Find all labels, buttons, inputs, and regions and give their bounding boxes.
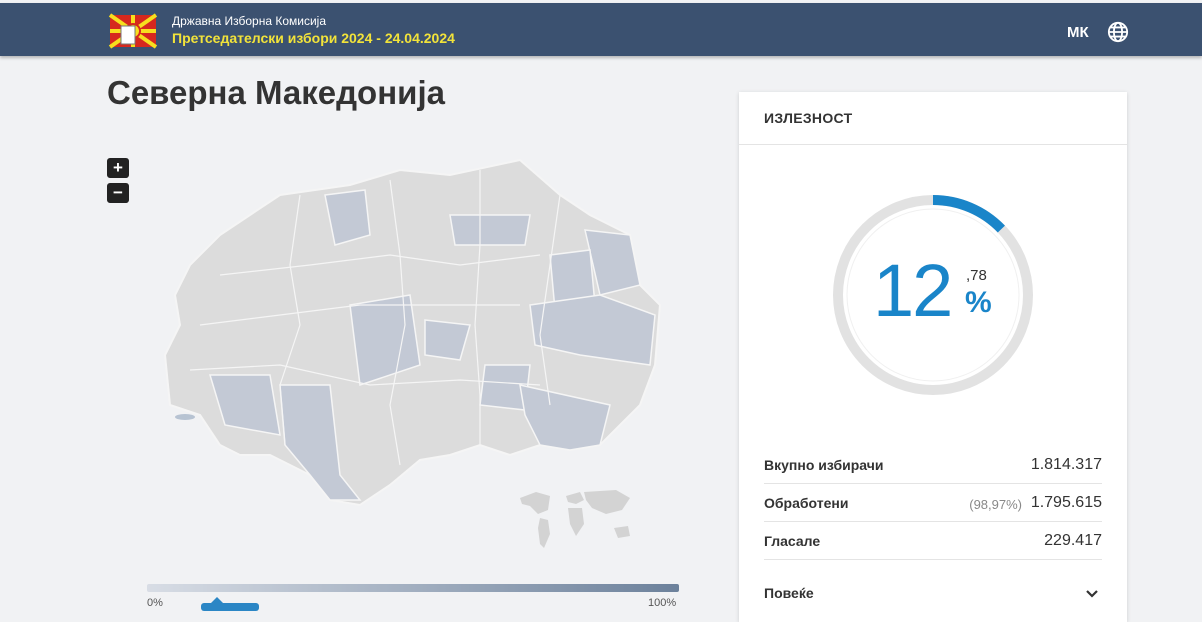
page-title: Северна Македонија xyxy=(107,74,445,111)
macedonia-flag-ballot-logo[interactable] xyxy=(108,12,158,50)
turnout-percent-decimal: ,78 xyxy=(966,267,987,284)
legend-min-label: 0% xyxy=(147,597,163,609)
legend-max-label: 100% xyxy=(648,597,677,609)
turnout-percent-integer: 12 xyxy=(873,249,953,332)
turnout-card-title: ИЗЛЕЗНОСТ xyxy=(764,110,853,126)
stat-label: Вкупно избирачи xyxy=(764,457,884,473)
stat-percent: (98,97%) xyxy=(969,497,1022,512)
turnout-card: ИЗЛЕЗНОСТ 12 ,78 % Вкупно избирачи 1.814… xyxy=(739,92,1127,622)
election-title[interactable]: Претседателски избори 2024 - 24.04.2024 xyxy=(172,30,455,46)
org-name: Државна Изборна Комисија xyxy=(172,14,327,28)
top-bar: Државна Изборна Комисија Претседателски … xyxy=(0,3,1202,56)
ohrid-lake xyxy=(175,414,195,420)
globe-icon[interactable] xyxy=(1107,21,1129,43)
stat-label: Гласале xyxy=(764,533,821,549)
zoom-in-button[interactable]: + xyxy=(107,158,129,178)
stat-value: 229.417 xyxy=(1044,532,1102,549)
region-north-2[interactable] xyxy=(449,214,531,246)
language-selector[interactable]: МК xyxy=(1067,24,1089,41)
stat-row-voted: Гласале 229.417 xyxy=(764,523,1102,560)
legend-gradient-bar xyxy=(147,584,679,592)
stat-row-processed: Обработени (98,97%) 1.795.615 xyxy=(764,485,1102,522)
turnout-percent-sign: % xyxy=(965,286,992,319)
more-toggle[interactable]: Повеќе xyxy=(764,585,814,601)
chevron-down-icon[interactable] xyxy=(1084,586,1100,602)
zoom-out-button[interactable]: − xyxy=(107,183,129,203)
stat-value: 1.814.317 xyxy=(1030,456,1102,473)
stat-label: Обработени xyxy=(764,495,849,511)
divider xyxy=(739,144,1127,145)
world-diaspora-map[interactable] xyxy=(518,484,638,552)
legend-value-marker xyxy=(201,597,259,611)
stat-value: 1.795.615 xyxy=(1030,494,1102,511)
stat-row-total-voters: Вкупно избирачи 1.814.317 xyxy=(764,447,1102,484)
